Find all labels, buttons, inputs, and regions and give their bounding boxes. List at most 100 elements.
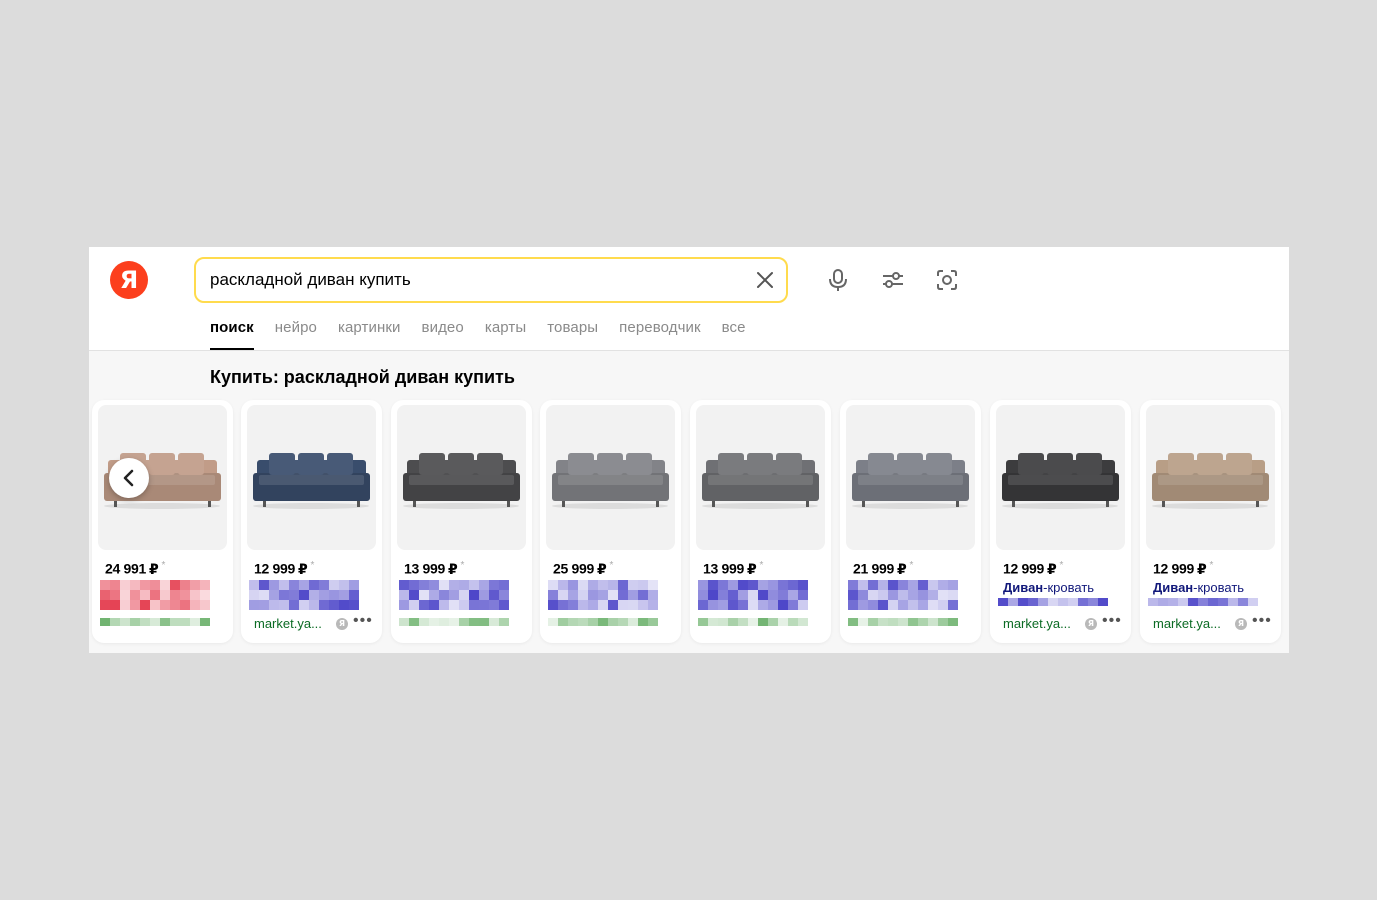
- yandex-badge-icon: Я: [1235, 618, 1247, 630]
- pixelated-text: [399, 580, 509, 610]
- pixelated-text: [249, 580, 359, 610]
- price-currency: ₽: [1197, 560, 1207, 577]
- product-price: 12 999 ₽ *: [1003, 560, 1063, 578]
- pixelated-text: [1148, 598, 1258, 606]
- sofa-image: [1002, 453, 1119, 509]
- tab-item[interactable]: поиск: [210, 319, 254, 350]
- sofa-image: [852, 453, 969, 509]
- price-currency: ₽: [149, 560, 159, 577]
- product-price: 25 999 ₽ *: [553, 560, 613, 578]
- product-image[interactable]: [996, 405, 1125, 550]
- price-value: 25 999: [553, 560, 595, 577]
- sofa-image: [1152, 453, 1269, 509]
- filter-icon[interactable]: [880, 267, 906, 293]
- yandex-logo[interactable]: Я: [110, 261, 148, 299]
- pixelated-text: [698, 580, 808, 610]
- pixelated-text: [100, 618, 210, 626]
- tab-item[interactable]: нейро: [275, 319, 317, 350]
- more-options-icon[interactable]: •••: [353, 612, 373, 630]
- product-price: 21 999 ₽ *: [853, 560, 913, 578]
- product-card[interactable]: 21 999 ₽ *: [840, 400, 981, 643]
- product-card[interactable]: 24 991 ₽ *: [92, 400, 233, 643]
- tab-item[interactable]: все: [722, 319, 746, 350]
- pixelated-text: [848, 618, 958, 626]
- price-currency: ₽: [747, 560, 757, 577]
- price-value: 12 999: [1003, 560, 1045, 577]
- product-card[interactable]: 25 999 ₽ *: [540, 400, 681, 643]
- search-header: Я раскладной диван купить поиск нейро ка…: [89, 247, 1289, 351]
- product-card[interactable]: 12 999 ₽ * market.ya... Я •••: [241, 400, 382, 643]
- sofa-image: [403, 453, 520, 509]
- price-value: 21 999: [853, 560, 895, 577]
- product-image[interactable]: [696, 405, 825, 550]
- product-card[interactable]: 13 999 ₽ *: [690, 400, 831, 643]
- product-title[interactable]: Диван-кровать: [1153, 580, 1244, 595]
- price-note: *: [609, 560, 614, 571]
- product-image[interactable]: [846, 405, 975, 550]
- search-tabs: поиск нейро картинки видео карты товары перево…: [210, 319, 767, 350]
- product-image[interactable]: [247, 405, 376, 550]
- product-carousel: 24 991 ₽ * 12 999 ₽ * market.ya... Я ••• 13 999 ₽ *…: [89, 400, 1289, 645]
- more-options-icon[interactable]: •••: [1102, 612, 1122, 630]
- product-price: 13 999 ₽ *: [404, 560, 464, 578]
- sofa-image: [702, 453, 819, 509]
- search-input[interactable]: [210, 259, 740, 301]
- product-title[interactable]: Диван-кровать: [1003, 580, 1094, 595]
- product-image[interactable]: [1146, 405, 1275, 550]
- product-price: 24 991 ₽ *: [105, 560, 165, 578]
- tab-item[interactable]: картинки: [338, 319, 401, 350]
- tab-item[interactable]: товары: [547, 319, 598, 350]
- price-currency: ₽: [448, 560, 458, 577]
- product-price: 12 999 ₽ *: [1153, 560, 1213, 578]
- price-currency: ₽: [1047, 560, 1057, 577]
- carousel-prev-button[interactable]: [109, 458, 149, 498]
- price-value: 13 999: [404, 560, 446, 577]
- price-note: *: [909, 560, 914, 571]
- pixelated-text: [548, 580, 658, 610]
- product-price: 12 999 ₽ *: [254, 560, 314, 578]
- price-note: *: [460, 560, 465, 571]
- sofa-image: [552, 453, 669, 509]
- yandex-badge-icon: Я: [336, 618, 348, 630]
- product-card[interactable]: 12 999 ₽ * Диван-кровать market.ya... Я •••: [1140, 400, 1281, 643]
- product-title-bold: Диван: [1153, 580, 1194, 595]
- section-title: Купить: раскладной диван купить: [210, 367, 515, 387]
- pixelated-text: [100, 580, 210, 610]
- price-value: 13 999: [703, 560, 745, 577]
- price-note: *: [161, 560, 166, 571]
- product-title-bold: Диван: [1003, 580, 1044, 595]
- product-domain[interactable]: market.ya...: [1153, 616, 1221, 631]
- product-image[interactable]: [546, 405, 675, 550]
- search-results-frame: Я раскладной диван купить поиск нейро ка…: [89, 247, 1289, 653]
- chevron-left-icon: [123, 469, 134, 487]
- more-options-icon[interactable]: •••: [1252, 612, 1272, 630]
- price-currency: ₽: [897, 560, 907, 577]
- price-note: *: [759, 560, 764, 571]
- product-card[interactable]: 12 999 ₽ * Диван-кровать market.ya... Я •••: [990, 400, 1131, 643]
- product-title-rest: -кровать: [1043, 580, 1095, 595]
- price-currency: ₽: [298, 560, 308, 577]
- price-note: *: [1059, 560, 1064, 571]
- price-value: 24 991: [105, 560, 147, 577]
- microphone-icon[interactable]: [825, 267, 851, 293]
- product-card[interactable]: 13 999 ₽ *: [391, 400, 532, 643]
- product-image[interactable]: [397, 405, 526, 550]
- price-value: 12 999: [254, 560, 296, 577]
- product-domain[interactable]: market.ya...: [1003, 616, 1071, 631]
- pixelated-text: [698, 618, 808, 626]
- tab-item[interactable]: переводчик: [619, 319, 700, 350]
- camera-icon[interactable]: [934, 267, 960, 293]
- pixelated-text: [548, 618, 658, 626]
- price-note: *: [310, 560, 315, 571]
- product-domain[interactable]: market.ya...: [254, 616, 322, 631]
- price-value: 12 999: [1153, 560, 1195, 577]
- tab-item[interactable]: видео: [422, 319, 464, 350]
- sofa-image: [253, 453, 370, 509]
- tab-item[interactable]: карты: [485, 319, 526, 350]
- yandex-badge-icon: Я: [1085, 618, 1097, 630]
- search-box: [194, 257, 788, 303]
- close-icon[interactable]: [754, 269, 776, 291]
- price-note: *: [1209, 560, 1214, 571]
- product-price: 13 999 ₽ *: [703, 560, 763, 578]
- price-currency: ₽: [597, 560, 607, 577]
